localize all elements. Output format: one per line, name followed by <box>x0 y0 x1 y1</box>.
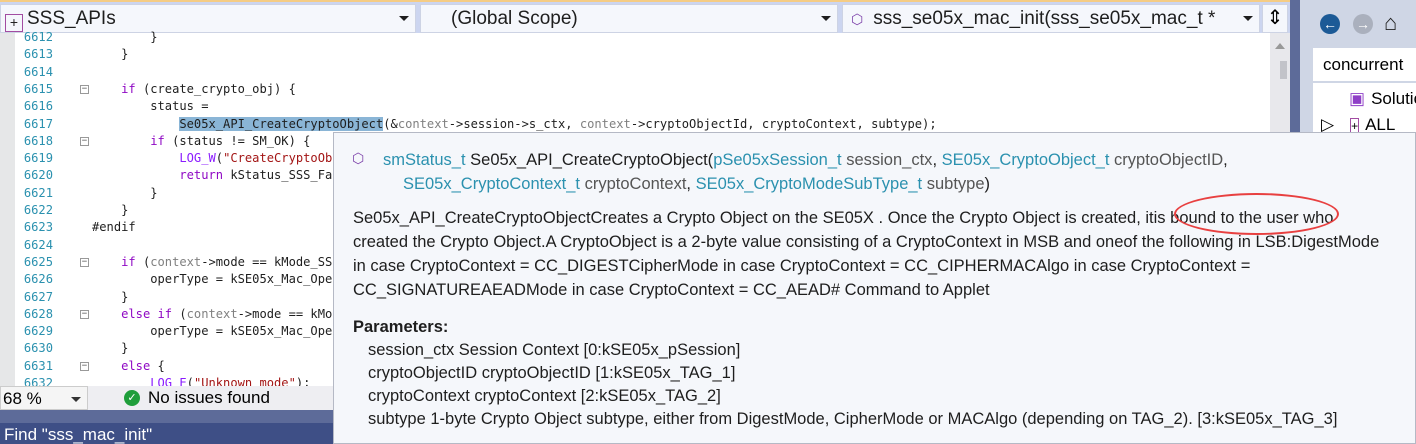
red-annotation-circle <box>1174 193 1339 235</box>
param-type[interactable]: SE05x_CryptoObject_t <box>942 151 1110 169</box>
line-number: 6628 <box>23 306 53 321</box>
param-type[interactable]: SE05x_CryptoModeSubType_t <box>696 175 923 193</box>
chevron-down-icon <box>1243 16 1253 21</box>
param-name: cryptoContext <box>584 175 687 193</box>
collapse-icon[interactable]: − <box>80 309 89 319</box>
line-number: 6617 <box>23 116 53 131</box>
chevron-down-icon <box>71 397 81 402</box>
line-number: 6612 <box>23 30 53 44</box>
param-name: session_ctx <box>846 151 933 169</box>
forward-icon[interactable]: → <box>1353 14 1373 34</box>
zoom-value: 68 % <box>3 389 42 408</box>
quick-info-tooltip: ⬡ smStatus_t Se05x_API_CreateCryptoObjec… <box>333 132 1416 444</box>
line-number: 6614 <box>23 64 53 79</box>
code-line[interactable]: 6613 } <box>0 46 1270 63</box>
code-text: } <box>92 289 129 304</box>
line-number: 6621 <box>23 185 53 200</box>
code-line[interactable]: 6616 status = <box>0 98 1270 115</box>
code-line[interactable]: 6617 Se05x_API_CreateCryptoObject(&conte… <box>0 116 1270 133</box>
code-text: } <box>92 185 158 200</box>
param-name: cryptoObjectID <box>1114 151 1224 169</box>
line-number: 6619 <box>23 151 53 166</box>
function-name: Se05x_API_CreateCryptoObject( <box>470 151 714 169</box>
code-line[interactable]: 6614 <box>0 64 1270 81</box>
tree-label: Solution <box>1371 89 1416 108</box>
code-text: } <box>92 47 129 62</box>
param-type[interactable]: pSe05xSession_t <box>713 151 841 169</box>
line-number: 6627 <box>23 289 53 304</box>
parameters-section: Parameters: session_ctx Session Context … <box>353 316 1337 431</box>
line-number: 6625 <box>23 254 53 269</box>
project-label: SSS_APIs <box>27 8 116 29</box>
code-text: } <box>92 30 158 44</box>
line-number: 6631 <box>23 358 53 373</box>
code-text: } <box>92 341 129 356</box>
line-number: 6618 <box>23 133 53 148</box>
code-text: } <box>92 203 129 217</box>
line-number: 6629 <box>23 324 53 339</box>
scope-label: (Global Scope) <box>451 8 578 29</box>
code-text: Se05x_API_CreateCryptoObject(&context->s… <box>179 116 937 131</box>
find-results-tab[interactable]: Find "sss_mac_init" <box>0 423 333 444</box>
param-type[interactable]: SE05x_CryptoContext_t <box>403 175 580 193</box>
line-number: 6630 <box>23 341 53 356</box>
param-name: subtype <box>926 175 985 193</box>
collapse-icon[interactable]: − <box>80 361 89 371</box>
home-icon[interactable]: ⌂ <box>1384 10 1397 36</box>
parameter-item: cryptoContext cryptoContext [2:kSE05x_TA… <box>368 387 721 405</box>
check-circle-icon: ✓ <box>124 390 140 406</box>
function-signature: smStatus_t Se05x_API_CreateCryptoObject(… <box>383 151 1228 193</box>
back-icon[interactable]: ← <box>1320 14 1340 34</box>
code-text: return kStatus_SSS_Fa <box>179 168 333 183</box>
collapse-icon[interactable]: − <box>80 257 89 267</box>
code-text: operType = kSE05x_Mac_Ope <box>92 324 333 339</box>
chevron-down-icon <box>821 16 831 21</box>
issues-status[interactable]: No issues found <box>148 386 270 410</box>
status-bar: 68 % ✓ No issues found <box>0 386 333 410</box>
line-number: 6624 <box>23 237 53 252</box>
line-number: 6623 <box>23 220 53 235</box>
return-type[interactable]: smStatus_t <box>383 151 466 169</box>
line-number: 6616 <box>23 99 53 114</box>
line-number: 6626 <box>23 272 53 287</box>
method-cube-icon: ⬡ <box>352 150 365 166</box>
line-number: 6613 <box>23 47 53 62</box>
code-text: operType = kSE05x_Mac_Ope <box>92 272 333 287</box>
code-text: LOG_W("CreateCryptoOb <box>179 151 333 166</box>
code-line[interactable]: 6612 } <box>0 29 1270 46</box>
code-text: if (context->mode == kMode_SS <box>121 254 333 269</box>
search-value: concurrent <box>1323 55 1404 74</box>
code-text: else { <box>121 358 165 373</box>
parameter-item: cryptoObjectID cryptoObjectID [1:kSE05x_… <box>368 364 736 382</box>
chevron-down-icon <box>399 16 409 21</box>
parameter-item: subtype 1-byte Crypto Object subtype, ei… <box>368 410 1338 428</box>
find-results-panel: Find "sss_mac_init" <box>0 410 333 444</box>
line-number: 6620 <box>23 168 53 183</box>
scroll-up-icon[interactable] <box>1275 43 1285 49</box>
solution-icon: ▣ <box>1349 89 1366 108</box>
code-line[interactable]: 6615 − if (create_crypto_obj) { <box>0 81 1270 98</box>
code-text: if (status != SM_OK) { <box>150 133 311 148</box>
zoom-dropdown[interactable]: 68 % <box>0 386 88 410</box>
tree-item-solution[interactable]: ▣ Solution <box>1349 89 1416 109</box>
collapse-icon[interactable]: − <box>80 136 89 146</box>
code-text: if (create_crypto_obj) { <box>121 81 296 96</box>
line-number: 6615 <box>23 81 53 96</box>
parameter-item: session_ctx Session Context [0:kSE05x_pS… <box>368 341 741 359</box>
code-text: #endif <box>92 220 136 235</box>
scroll-thumb[interactable] <box>1280 61 1287 79</box>
parameters-heading: Parameters: <box>353 318 449 336</box>
code-text: else if (context->mode == kMo <box>121 306 333 321</box>
solution-search-input[interactable]: concurrent <box>1313 48 1416 81</box>
line-number: 6622 <box>23 203 53 217</box>
collapse-icon[interactable]: − <box>80 84 89 94</box>
code-text: status = <box>92 99 209 114</box>
